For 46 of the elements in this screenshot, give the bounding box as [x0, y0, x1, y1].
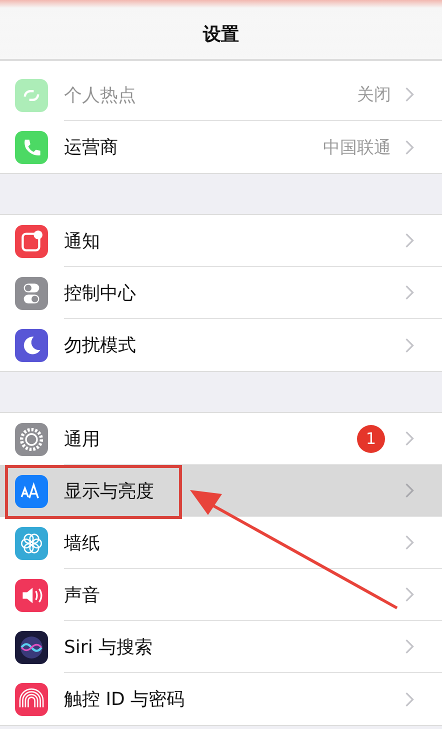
chevron-icon — [405, 587, 414, 602]
settings-row[interactable]: 声音 — [0, 569, 442, 621]
text-size-icon — [15, 474, 48, 508]
chevron-icon — [405, 535, 414, 550]
moon-icon — [15, 328, 48, 362]
chevron-icon — [405, 233, 414, 248]
row-label: 触控 ID 与密码 — [64, 688, 186, 711]
chevron-icon — [405, 639, 414, 654]
row-label: 显示与亮度 — [64, 480, 155, 502]
row-label: 通知 — [64, 230, 101, 252]
row-label: 运营商 — [64, 136, 119, 159]
page-title: 设置 — [203, 22, 239, 46]
link-icon — [15, 78, 48, 112]
chevron-icon — [405, 87, 414, 102]
settings-row[interactable]: 勿扰模式 — [0, 319, 442, 371]
notification-badge: 1 — [357, 424, 385, 452]
speaker-icon — [15, 578, 48, 612]
row-label: 通用 — [64, 428, 101, 450]
settings-row[interactable]: 通知 — [0, 215, 442, 267]
siri-icon — [15, 630, 48, 664]
chevron-icon — [405, 338, 414, 352]
fingerprint-icon — [15, 682, 48, 716]
settings-row[interactable]: 墙纸 — [0, 517, 442, 569]
row-label: Siri 与搜索 — [64, 636, 154, 658]
row-label: 个人热点 — [64, 84, 137, 106]
settings-row[interactable]: 显示与亮度 — [0, 465, 442, 517]
chevron-icon — [405, 692, 414, 706]
toggles-icon — [15, 276, 48, 310]
settings-row[interactable]: 触控 ID 与密码 — [0, 673, 442, 725]
flower-icon — [15, 526, 48, 560]
gear-icon — [15, 422, 48, 456]
chevron-icon — [405, 140, 414, 154]
chevron-icon — [405, 483, 414, 498]
row-label: 控制中心 — [64, 282, 137, 304]
phone-icon — [15, 130, 48, 164]
notification-icon — [15, 224, 48, 258]
row-label: 声音 — [64, 584, 101, 606]
row-label: 墙纸 — [64, 532, 101, 554]
chevron-icon — [405, 285, 414, 300]
row-label: 勿扰模式 — [64, 334, 137, 357]
settings-row[interactable]: 控制中心 — [0, 267, 442, 319]
settings-row[interactable]: 运营商 中国联通 — [0, 121, 442, 173]
chevron-icon — [405, 431, 414, 446]
row-value: 中国联通 — [323, 136, 391, 158]
settings-row[interactable]: Siri 与搜索 — [0, 621, 442, 673]
row-value: 关闭 — [357, 84, 391, 106]
